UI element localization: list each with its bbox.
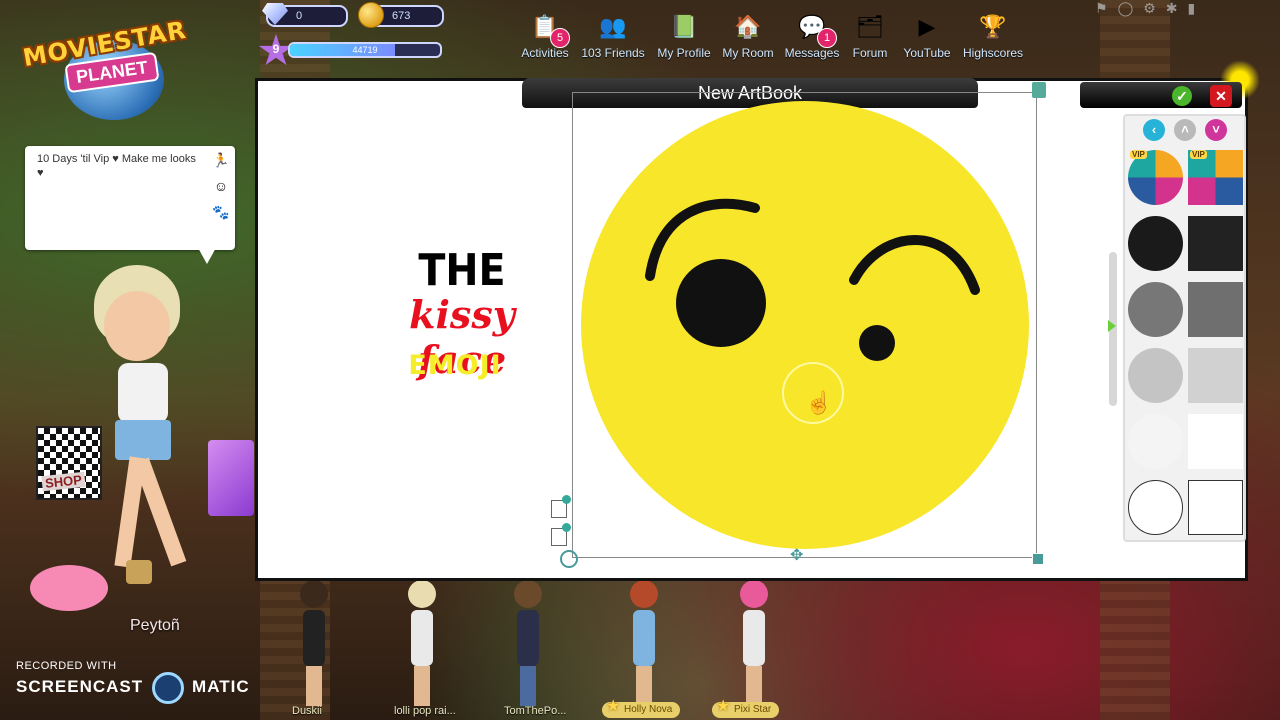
nav-103-friends[interactable]: 👥 103 Friends <box>573 10 653 60</box>
back-arrow-icon[interactable]: ‹ <box>1143 119 1165 141</box>
emoji-face-drawing[interactable] <box>580 100 1030 550</box>
moviestar-planet-logo[interactable]: MOVIESTAR PLANET <box>14 10 204 120</box>
up-arrow-icon[interactable]: ˄ <box>1174 119 1196 141</box>
gear-icon[interactable]: ⚙ <box>1143 0 1156 18</box>
fill-color-swatch[interactable] <box>1188 216 1243 271</box>
settings-icon[interactable]: ✱ <box>1166 0 1178 18</box>
youtube-icon: ▶ <box>918 14 936 39</box>
down-arrow-icon[interactable]: ˅ <box>1205 119 1227 141</box>
hand-cursor-icon: ☝ <box>805 390 833 415</box>
avatar-top <box>118 363 168 423</box>
forum-icon: 🗂 <box>856 14 884 39</box>
purple-shopping-bag <box>208 440 254 516</box>
character[interactable] <box>508 580 548 706</box>
nav-label: Forum <box>852 46 888 60</box>
nav-label: Activities <box>521 46 569 60</box>
screencast-logo-icon <box>151 672 184 704</box>
watermark-word2: MATIC <box>192 677 250 697</box>
rotate-icon[interactable] <box>560 550 578 568</box>
player-name: Peytoñ <box>130 617 180 634</box>
character[interactable] <box>734 580 774 706</box>
vip-tag: VIP <box>1130 150 1147 159</box>
character-name: lolli pop rai... <box>394 705 456 717</box>
avatar-leg <box>133 457 187 567</box>
xp-value: 44719 <box>352 45 378 55</box>
character-name: Duskii <box>292 705 322 717</box>
coins-count: 673 <box>392 10 411 22</box>
watermark-word1: SCREENCAST <box>16 677 144 697</box>
brush-color-swatch[interactable] <box>1128 216 1183 271</box>
message-bubble-icon: 💬 1 <box>795 10 837 48</box>
close-icon[interactable]: ✕ <box>1210 85 1232 107</box>
nav-label: YouTube <box>903 46 951 60</box>
house-icon: 🏠 <box>734 14 762 39</box>
bubble-tail <box>197 246 217 264</box>
coin-icon <box>358 2 384 28</box>
emoji-left-eye <box>676 259 766 347</box>
fill-color-swatch[interactable] <box>1188 480 1243 535</box>
coins-bar[interactable]: 673 <box>358 2 444 28</box>
xp-bar: 44719 <box>288 42 442 58</box>
nav-label: Highscores <box>962 46 1024 60</box>
headline-the: THE <box>418 245 506 296</box>
notification-badge: 5 <box>550 28 570 48</box>
confirm-check-icon[interactable]: ✓ <box>1172 86 1192 106</box>
nav-label: My Profile <box>657 46 711 60</box>
system-icons: ⚑ ◯ ⚙ ✱ ▮ <box>1095 0 1240 18</box>
avatar-shorts <box>115 420 171 460</box>
character[interactable] <box>624 580 664 706</box>
brush-color-swatch[interactable] <box>1128 348 1183 403</box>
diamond-icon <box>262 3 288 25</box>
brush-color-swatch[interactable] <box>1128 414 1183 469</box>
avatar-face <box>104 291 170 361</box>
nav-label: 103 Friends <box>581 46 645 60</box>
chat-text: 10 Days 'til Vip ♥ Make me looks ♥ <box>37 153 196 179</box>
layer-back-icon[interactable] <box>551 523 571 546</box>
fill-color-swatch[interactable] <box>1188 348 1243 403</box>
character-name: TomThePo... <box>504 705 567 717</box>
running-person-icon[interactable]: 🏃 <box>211 152 231 170</box>
shop-label: SHOP <box>41 471 86 492</box>
fill-color-swatch[interactable] <box>1188 282 1243 337</box>
watermark-line1: RECORDED WITH <box>16 660 117 672</box>
character-name-tag: Holly Nova <box>602 699 681 718</box>
emoji-face-circle <box>581 101 1029 549</box>
diamonds-count: 0 <box>296 10 303 22</box>
headline-emoji: EMOJI <box>408 350 502 381</box>
layer-front-icon[interactable] <box>551 495 571 518</box>
pet-icon[interactable]: 🐾 <box>211 204 231 222</box>
brush-color-swatch[interactable] <box>1128 480 1183 535</box>
vip-tag: VIP <box>1190 150 1207 159</box>
nav-label: My Room <box>722 46 774 60</box>
clipboard-icon: 📋 5 <box>528 10 570 48</box>
trash-icon[interactable] <box>1032 82 1046 98</box>
trophy-icon: 🏆 <box>979 14 1007 39</box>
resize-handle[interactable] <box>1032 553 1044 565</box>
fill-color-swatch[interactable] <box>1188 414 1243 469</box>
exit-icon[interactable]: ▮ <box>1188 0 1196 18</box>
flag-icon[interactable]: ⚑ <box>1095 0 1108 18</box>
circle-icon[interactable]: ◯ <box>1118 0 1134 18</box>
character[interactable] <box>294 580 334 706</box>
brush-color-swatch[interactable] <box>1128 282 1183 337</box>
diamonds-bar[interactable]: 0 <box>262 3 348 27</box>
nav-highscores[interactable]: 🏆 Highscores <box>953 10 1033 60</box>
slider-thumb[interactable] <box>1108 320 1116 332</box>
character[interactable] <box>402 580 442 706</box>
shop-bag-button[interactable]: SHOP <box>36 426 102 500</box>
chat-bubble: 10 Days 'til Vip ♥ Make me looks ♥ 🏃 ☺ 🐾 <box>25 146 235 264</box>
avatar-face-icon[interactable]: ☺ <box>211 178 231 196</box>
profile-book-icon: 📗 <box>670 14 698 39</box>
friends-icon: 👥 <box>599 14 627 39</box>
character-name-tag: Pixi Star <box>712 699 780 718</box>
screencast-watermark: RECORDED WITH SCREENCAST MATIC <box>16 660 250 704</box>
emoji-right-eye <box>859 325 895 361</box>
